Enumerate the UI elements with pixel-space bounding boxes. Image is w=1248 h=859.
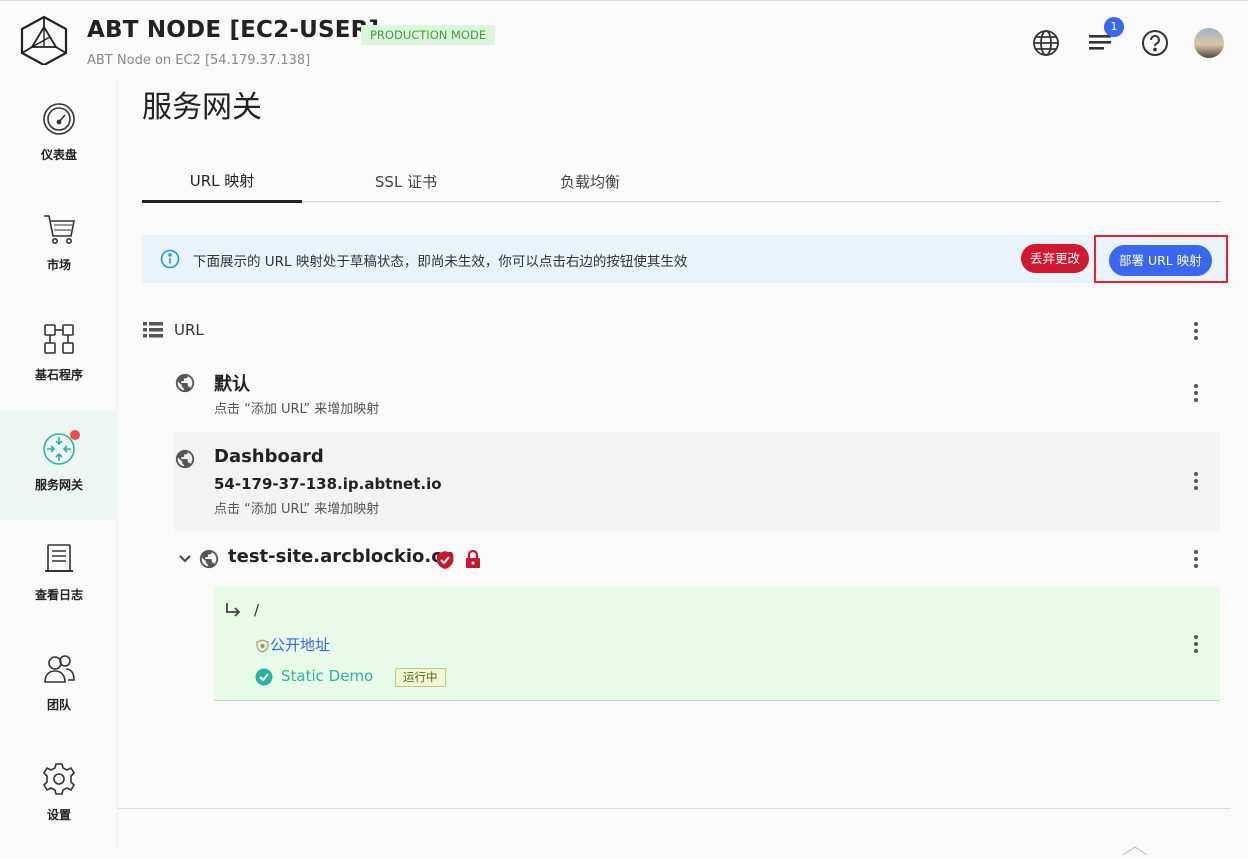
lock-icon <box>465 549 481 573</box>
app-header: ABT NODE [EC2-USER] PRODUCTION MODE ABT … <box>0 0 1248 80</box>
running-status-badge: 运行中 <box>395 668 446 687</box>
check-circle-icon <box>255 668 273 690</box>
sidebar-item-gateway[interactable]: 服务网关 <box>0 410 118 520</box>
team-icon <box>42 652 76 686</box>
sidebar-item-label: 查看日志 <box>34 588 83 602</box>
sidebar-item-blocklets[interactable]: 基石程序 <box>0 300 118 410</box>
public-shield-icon <box>256 638 269 657</box>
app-subtitle: ABT Node on EC2 [54.179.37.138] <box>87 53 311 68</box>
route-more-icon[interactable] <box>1186 634 1206 654</box>
footer-logo-icon <box>1120 840 1150 859</box>
sidebar-item-settings[interactable]: 设置 <box>0 740 118 850</box>
url-section-more-icon[interactable] <box>1186 321 1206 341</box>
draft-alert: 下面展示的 URL 映射处于草稿状态，即尚未生效，你可以点击右边的按钮使其生效 … <box>142 235 1228 283</box>
abt-node-logo[interactable] <box>20 15 68 67</box>
site-more-icon[interactable] <box>1186 383 1206 403</box>
notification-count-badge: 1 <box>1104 17 1124 37</box>
logs-icon <box>42 542 76 576</box>
cart-icon <box>42 212 76 246</box>
gateway-icon <box>42 430 80 466</box>
app-title: ABT NODE [EC2-USER] <box>87 17 380 43</box>
public-address-link[interactable]: 公开地址 <box>270 634 330 655</box>
tab-url-mapping[interactable]: URL 映射 <box>142 160 302 203</box>
site-hint: 点击 “添加 URL” 来增加映射 <box>214 402 380 417</box>
sidebar-item-label: 服务网关 <box>34 478 83 492</box>
tab-bar: URL 映射 SSL 证书 负载均衡 <box>142 160 1220 203</box>
site-more-icon[interactable] <box>1186 549 1206 569</box>
blocklets-icon <box>42 322 76 356</box>
site-name-default: 默认 <box>214 374 250 395</box>
deploy-url-mapping-button[interactable]: 部署 URL 映射 <box>1109 245 1212 276</box>
globe-icon[interactable] <box>1031 28 1061 58</box>
footer-divider <box>118 808 1230 809</box>
sidebar-item-logs[interactable]: 查看日志 <box>0 520 118 630</box>
chevron-down-icon[interactable] <box>178 551 192 570</box>
url-section-label: URL <box>174 321 204 339</box>
subdirectory-arrow-icon <box>224 601 242 623</box>
discard-changes-button[interactable]: 丢弃更改 <box>1021 244 1090 273</box>
help-icon[interactable] <box>1140 28 1170 58</box>
tab-ssl-certificates[interactable]: SSL 证书 <box>332 160 480 202</box>
user-avatar[interactable] <box>1194 28 1224 58</box>
sidebar-item-label: 基石程序 <box>34 368 83 382</box>
site-name-test-site: test-site.arcblockio.cn <box>228 546 455 567</box>
alert-message: 下面展示的 URL 映射处于草稿状态，即尚未生效，你可以点击右边的按钮使其生效 <box>193 254 688 270</box>
sidebar-item-label: 设置 <box>46 808 71 822</box>
sidebar-item-market[interactable]: 市场 <box>0 190 118 300</box>
site-name-dashboard: Dashboard <box>214 446 324 467</box>
site-domain: 54-179-37-138.ip.abtnet.io <box>214 475 442 493</box>
globe-icon <box>174 448 196 474</box>
deploy-highlight-box: 部署 URL 映射 <box>1094 235 1228 283</box>
sidebar-item-dashboard[interactable]: 仪表盘 <box>0 80 118 190</box>
dashboard-gauge-icon <box>42 102 76 136</box>
globe-icon <box>174 372 196 398</box>
page-title: 服务网关 <box>142 90 262 125</box>
sidebar-item-label: 市场 <box>46 258 71 272</box>
route-path: / <box>254 601 260 619</box>
info-icon <box>160 249 180 273</box>
sidebar-item-label: 团队 <box>46 698 71 712</box>
production-mode-badge: PRODUCTION MODE <box>361 25 496 45</box>
settings-gear-icon <box>42 762 76 796</box>
site-more-icon[interactable] <box>1186 471 1206 491</box>
shield-check-icon <box>436 550 454 574</box>
gateway-alert-dot <box>70 430 80 440</box>
site-hint: 点击 “添加 URL” 来增加映射 <box>214 502 380 517</box>
tab-load-balancing[interactable]: 负载均衡 <box>520 160 660 202</box>
sidebar: 仪表盘 市场 基石程序 服务网关 查看日志 团队 设置 <box>0 80 118 852</box>
app-name-link[interactable]: Static Demo <box>281 667 373 685</box>
globe-icon <box>198 548 220 574</box>
sidebar-item-label: 仪表盘 <box>40 148 77 162</box>
list-icon <box>143 322 163 342</box>
sidebar-item-team[interactable]: 团队 <box>0 630 118 740</box>
route-row: / 公开地址 Static Demo 运行中 <box>214 587 1220 701</box>
